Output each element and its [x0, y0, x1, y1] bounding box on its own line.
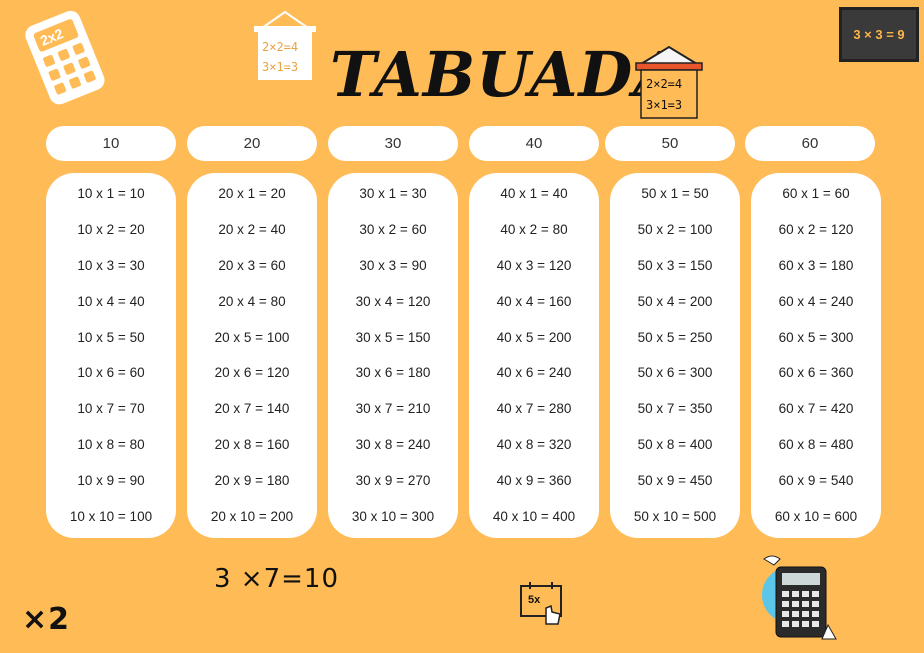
- badge-text: 3 × 3 = 9: [853, 27, 905, 42]
- header-pill: 40: [469, 126, 599, 161]
- list-item: 40 x 9 = 360: [496, 473, 572, 489]
- list-item: 10 x 10 = 100: [69, 508, 153, 524]
- calculator-icon: 2x2: [14, 8, 114, 113]
- list-item: 40 x 8 = 320: [496, 437, 572, 453]
- sign-left-line1: 2×2=4: [262, 40, 299, 54]
- list-item: 30 x 5 = 150: [355, 329, 431, 345]
- list-item: 20 x 6 = 120: [214, 365, 290, 381]
- list-item: 50 x 8 = 400: [637, 437, 713, 453]
- table-column-10: 10 x 1 = 10 10 x 2 = 20 10 x 3 = 30 10 x…: [46, 173, 176, 538]
- header-pill: 60: [745, 126, 875, 161]
- list-item: 40 x 10 = 400: [492, 508, 576, 524]
- list-item: 10 x 8 = 80: [77, 437, 145, 453]
- list-item: 60 x 2 = 120: [778, 221, 854, 237]
- list-item: 30 x 8 = 240: [355, 437, 431, 453]
- list-item: 60 x 5 = 300: [778, 329, 854, 345]
- header-label: 10: [102, 135, 120, 152]
- list-item: 60 x 1 = 60: [782, 185, 850, 201]
- header-pill: 50: [605, 126, 735, 161]
- list-item: 30 x 7 = 210: [355, 401, 431, 417]
- header-label: 40: [525, 135, 543, 152]
- list-item: 50 x 5 = 250: [637, 329, 713, 345]
- list-item: 20 x 1 = 20: [218, 185, 286, 201]
- header-label: 50: [661, 135, 679, 152]
- sign-left-line2: 3×1=3: [262, 60, 299, 74]
- desk-calculator-icon: [760, 553, 840, 643]
- list-item: 40 x 3 = 120: [496, 257, 572, 273]
- list-item: 20 x 10 = 200: [210, 508, 294, 524]
- list-item: 10 x 3 = 30: [77, 257, 145, 273]
- list-item: 40 x 2 = 80: [500, 221, 568, 237]
- sign-right-line2: 3×1=3: [646, 98, 683, 112]
- list-item: 60 x 8 = 480: [778, 437, 854, 453]
- list-item: 50 x 2 = 100: [637, 221, 713, 237]
- list-item: 20 x 2 = 40: [218, 221, 286, 237]
- list-item: 60 x 4 = 240: [778, 293, 854, 309]
- list-item: 60 x 9 = 540: [778, 473, 854, 489]
- list-item: 50 x 10 = 500: [633, 508, 717, 524]
- handwritten-equation: 3 ×7=10: [214, 564, 340, 594]
- header-label: 60: [801, 135, 819, 152]
- list-item: 30 x 3 = 90: [359, 257, 427, 273]
- header-label: 30: [384, 135, 402, 152]
- chalkboard-badge: 3 × 3 = 9: [839, 7, 919, 62]
- list-item: 20 x 9 = 180: [214, 473, 290, 489]
- list-item: 40 x 6 = 240: [496, 365, 572, 381]
- list-item: 20 x 7 = 140: [214, 401, 290, 417]
- list-item: 20 x 5 = 100: [214, 329, 290, 345]
- header-pill: 30: [328, 126, 458, 161]
- header-pill: 20: [187, 126, 317, 161]
- list-item: 10 x 7 = 70: [77, 401, 145, 417]
- header-label: 20: [243, 135, 261, 152]
- table-column-40: 40 x 1 = 40 40 x 2 = 80 40 x 3 = 120 40 …: [469, 173, 599, 538]
- list-item: 60 x 6 = 360: [778, 365, 854, 381]
- list-item: 30 x 2 = 60: [359, 221, 427, 237]
- list-item: 40 x 4 = 160: [496, 293, 572, 309]
- calendar-click-icon: 5x: [518, 580, 568, 630]
- sign-right-line1: 2×2=4: [646, 77, 683, 91]
- list-item: 60 x 3 = 180: [778, 257, 854, 273]
- list-item: 50 x 6 = 300: [637, 365, 713, 381]
- header-pill: 10: [46, 126, 176, 161]
- list-item: 40 x 7 = 280: [496, 401, 572, 417]
- list-item: 10 x 2 = 20: [77, 221, 145, 237]
- list-item: 60 x 10 = 600: [774, 508, 858, 524]
- list-item: 10 x 5 = 50: [77, 329, 145, 345]
- list-item: 10 x 1 = 10: [77, 185, 145, 201]
- list-item: 50 x 7 = 350: [637, 401, 713, 417]
- list-item: 30 x 10 = 300: [351, 508, 435, 524]
- list-item: 40 x 1 = 40: [500, 185, 568, 201]
- table-column-20: 20 x 1 = 20 20 x 2 = 40 20 x 3 = 60 20 x…: [187, 173, 317, 538]
- list-item: 30 x 6 = 180: [355, 365, 431, 381]
- table-column-50: 50 x 1 = 50 50 x 2 = 100 50 x 3 = 150 50…: [610, 173, 740, 538]
- times-two-mark: ×2: [22, 602, 71, 637]
- list-item: 10 x 6 = 60: [77, 365, 145, 381]
- list-item: 10 x 4 = 40: [77, 293, 145, 309]
- list-item: 60 x 7 = 420: [778, 401, 854, 417]
- page-title: TABUADA: [330, 38, 683, 111]
- list-item: 50 x 1 = 50: [641, 185, 709, 201]
- list-item: 30 x 9 = 270: [355, 473, 431, 489]
- list-item: 20 x 3 = 60: [218, 257, 286, 273]
- list-item: 30 x 4 = 120: [355, 293, 431, 309]
- table-column-30: 30 x 1 = 30 30 x 2 = 60 30 x 3 = 90 30 x…: [328, 173, 458, 538]
- hanging-sign-right: 2×2=4 3×1=3: [633, 44, 705, 120]
- list-item: 50 x 9 = 450: [637, 473, 713, 489]
- table-column-60: 60 x 1 = 60 60 x 2 = 120 60 x 3 = 180 60…: [751, 173, 881, 538]
- calendar-text: 5x: [528, 594, 541, 606]
- list-item: 40 x 5 = 200: [496, 329, 572, 345]
- list-item: 50 x 3 = 150: [637, 257, 713, 273]
- list-item: 50 x 4 = 200: [637, 293, 713, 309]
- list-item: 10 x 9 = 90: [77, 473, 145, 489]
- hanging-sign-left: 2×2=4 3×1=3: [250, 8, 320, 83]
- list-item: 20 x 8 = 160: [214, 437, 290, 453]
- list-item: 30 x 1 = 30: [359, 185, 427, 201]
- list-item: 20 x 4 = 80: [218, 293, 286, 309]
